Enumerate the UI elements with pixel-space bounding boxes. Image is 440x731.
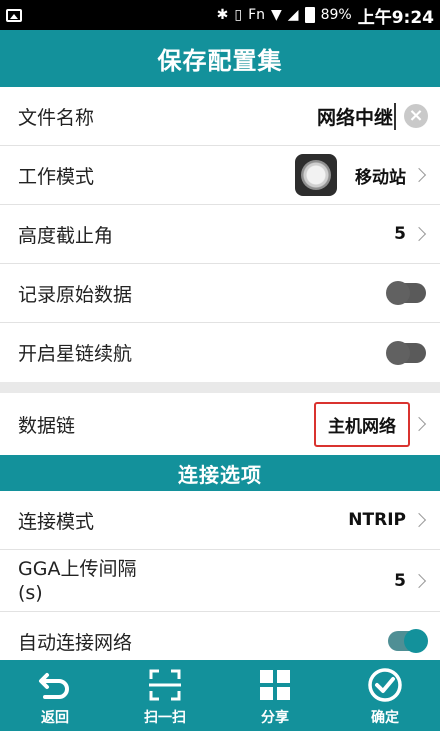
file-name-row[interactable]: 文件名称 网络中继 × [0, 87, 440, 146]
work-mode-row[interactable]: 工作模式 移动站 [0, 146, 440, 205]
status-time: 上午9:24 [357, 7, 434, 28]
share-button[interactable]: 分享 [220, 660, 330, 731]
clear-icon[interactable]: × [404, 104, 428, 128]
connection-mode-row[interactable]: 连接模式 NTRIP [0, 491, 440, 550]
confirm-button[interactable]: 确定 [330, 660, 440, 731]
gga-interval-label-line1: GGA上传间隔 [18, 557, 137, 580]
vibrate-icon: ▯ [234, 7, 243, 23]
gga-interval-label-line2: (s) [18, 581, 43, 604]
scan-button[interactable]: 扫一扫 [110, 660, 220, 731]
cutoff-angle-row[interactable]: 高度截止角 5 [0, 205, 440, 264]
chevron-right-icon [411, 167, 427, 183]
fn-icon: Fn [248, 7, 266, 23]
gga-interval-value: 5 [394, 570, 406, 591]
work-mode-label: 工作模式 [18, 165, 95, 188]
datalink-label: 数据链 [18, 414, 76, 437]
gga-interval-row[interactable]: GGA上传间隔 (s) 5 [0, 550, 440, 612]
connection-mode-label: 连接模式 [18, 510, 95, 533]
confirm-label: 确定 [371, 710, 399, 726]
back-label: 返回 [41, 710, 69, 726]
auto-connect-toggle[interactable] [388, 629, 428, 653]
back-arrow-icon [39, 673, 69, 699]
bottom-nav: 返回 扫一扫 分享 确定 [0, 660, 440, 731]
grid-icon [260, 670, 290, 700]
no-signal-icon: ◢ [287, 7, 299, 23]
connection-mode-value: NTRIP [348, 510, 406, 530]
check-circle-icon [368, 668, 402, 702]
bluetooth-icon: ✱ [216, 7, 229, 23]
share-label: 分享 [261, 710, 289, 726]
page-title: 保存配置集 [0, 30, 440, 87]
scan-icon [149, 669, 181, 701]
cutoff-angle-value: 5 [394, 224, 406, 244]
gga-interval-label: GGA上传间隔 (s) [18, 557, 394, 605]
record-raw-toggle[interactable] [386, 281, 426, 305]
datalink-value: 主机网络 [314, 401, 410, 447]
file-name-input[interactable]: 网络中继 [317, 102, 396, 130]
starlink-row: 开启星链续航 [0, 323, 440, 382]
back-button[interactable]: 返回 [0, 660, 110, 731]
cutoff-angle-label: 高度截止角 [18, 224, 114, 247]
starlink-label: 开启星链续航 [18, 343, 133, 365]
work-mode-value: 移动站 [355, 167, 406, 188]
chevron-right-icon [411, 416, 427, 432]
datalink-row[interactable]: 数据链 主机网络 [0, 393, 440, 455]
connection-section-title: 连接选项 [0, 455, 440, 491]
chevron-right-icon [411, 226, 427, 242]
auto-connect-label: 自动连接网络 [18, 631, 133, 654]
battery-icon [304, 7, 315, 23]
chevron-right-icon [411, 512, 427, 528]
record-raw-row: 记录原始数据 [0, 264, 440, 323]
file-name-label: 文件名称 [18, 106, 95, 129]
status-bar: ✱ ▯ Fn ▼ ◢ 89% 上午9:24 [0, 0, 440, 30]
record-raw-label: 记录原始数据 [18, 283, 133, 306]
rover-mode-icon [295, 154, 337, 196]
battery-percent: 89% [320, 7, 352, 23]
image-icon [6, 8, 22, 22]
scan-label: 扫一扫 [144, 710, 186, 726]
chevron-right-icon [411, 573, 427, 588]
divider [0, 382, 440, 393]
starlink-toggle[interactable] [386, 340, 426, 365]
wifi-icon: ▼ [271, 7, 282, 23]
